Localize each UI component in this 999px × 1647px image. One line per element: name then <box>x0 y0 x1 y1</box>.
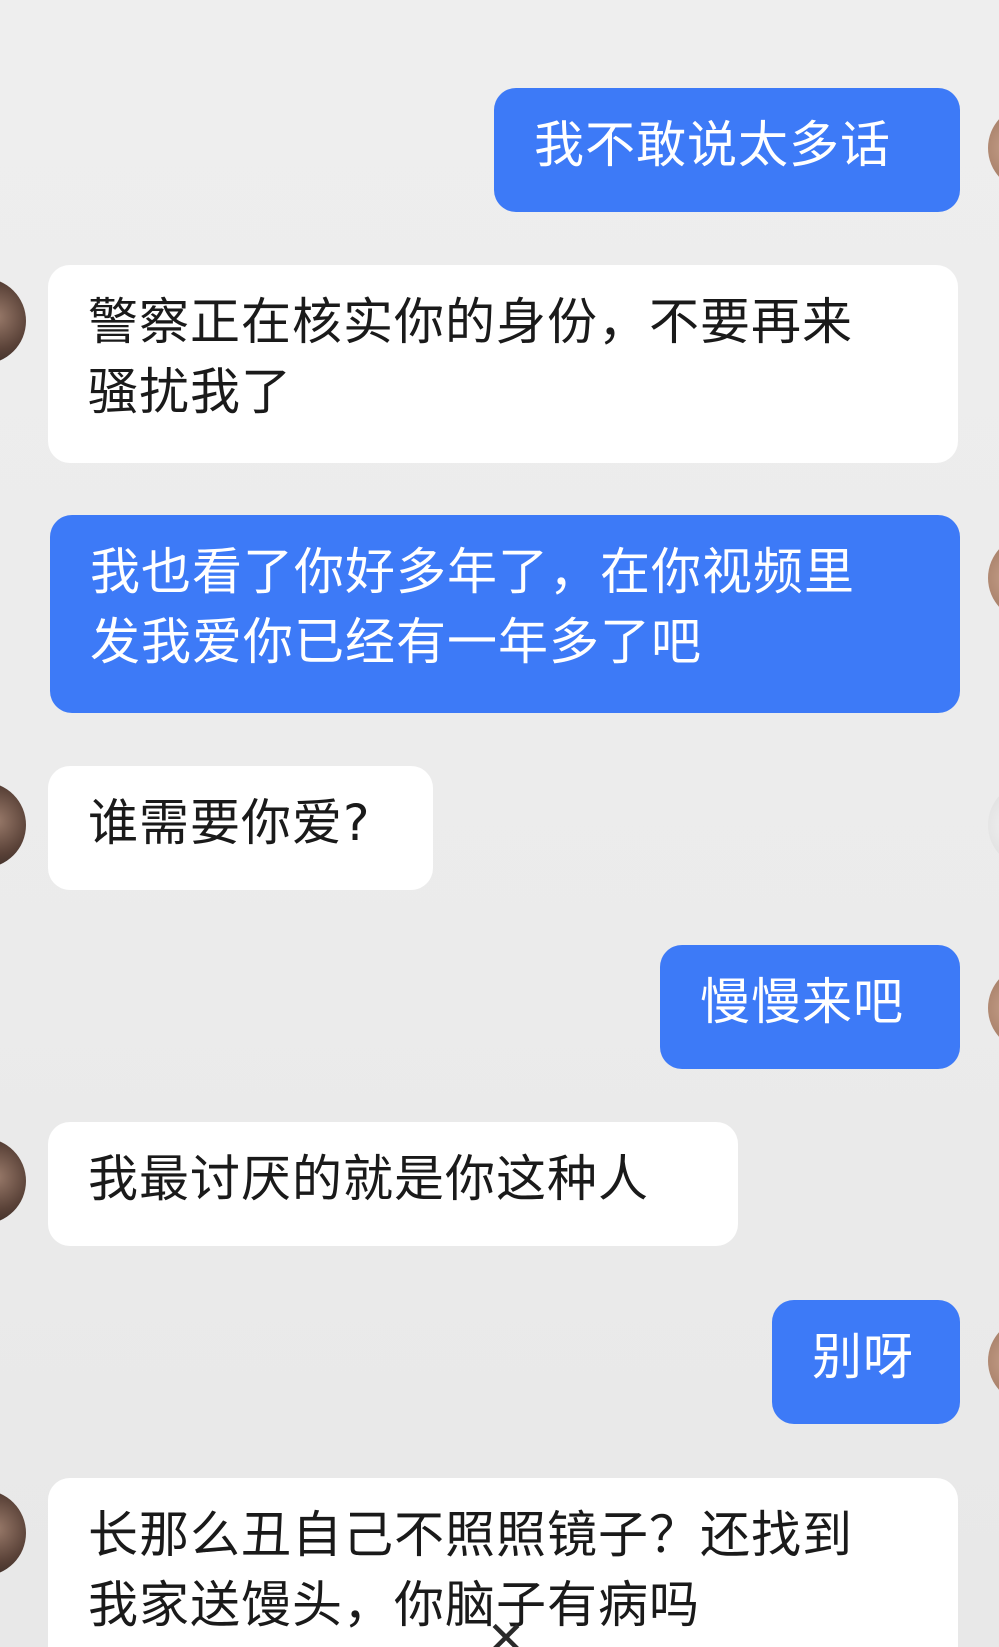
message-text: 慢慢来吧 <box>700 973 904 1031</box>
chat-message-list[interactable]: 我不敢说太多话 警察正在核实你的身份，不要再来 骚扰我了 我也看了你好多年了，在… <box>0 0 999 1647</box>
message-bubble-outgoing[interactable]: 别呀 <box>772 1300 960 1424</box>
contact-avatar-partial <box>988 782 999 868</box>
message-text: 发我爱你已经有一年多了吧 <box>90 613 702 671</box>
my-avatar[interactable] <box>988 965 999 1051</box>
message-bubble-incoming[interactable]: 警察正在核实你的身份，不要再来 骚扰我了 <box>48 265 958 463</box>
my-avatar[interactable] <box>988 535 999 621</box>
message-text: 警察正在核实你的身份，不要再来 <box>88 293 853 351</box>
message-text: 别呀 <box>812 1328 914 1386</box>
message-text: 我不敢说太多话 <box>534 116 891 174</box>
message-text: 长那么丑自己不照照镜子？还找到 <box>88 1506 853 1564</box>
contact-avatar[interactable] <box>0 1138 26 1224</box>
my-avatar[interactable] <box>988 105 999 191</box>
close-icon[interactable]: ✕ <box>480 1615 532 1647</box>
message-text: 骚扰我了 <box>88 363 292 421</box>
message-bubble-incoming[interactable]: 我最讨厌的就是你这种人 <box>48 1122 738 1246</box>
contact-avatar[interactable] <box>0 1490 26 1576</box>
message-bubble-outgoing[interactable]: 我不敢说太多话 <box>494 88 960 212</box>
message-bubble-outgoing[interactable]: 我也看了你好多年了，在你视频里 发我爱你已经有一年多了吧 <box>50 515 960 713</box>
contact-avatar[interactable] <box>0 278 26 364</box>
my-avatar[interactable] <box>988 1318 999 1404</box>
message-bubble-incoming[interactable]: 谁需要你爱? <box>48 766 433 890</box>
contact-avatar[interactable] <box>0 782 26 868</box>
message-text: 我最讨厌的就是你这种人 <box>88 1150 649 1208</box>
message-bubble-outgoing[interactable]: 慢慢来吧 <box>660 945 960 1069</box>
message-text: 谁需要你爱? <box>88 794 371 852</box>
message-text: 我也看了你好多年了，在你视频里 <box>90 543 855 601</box>
